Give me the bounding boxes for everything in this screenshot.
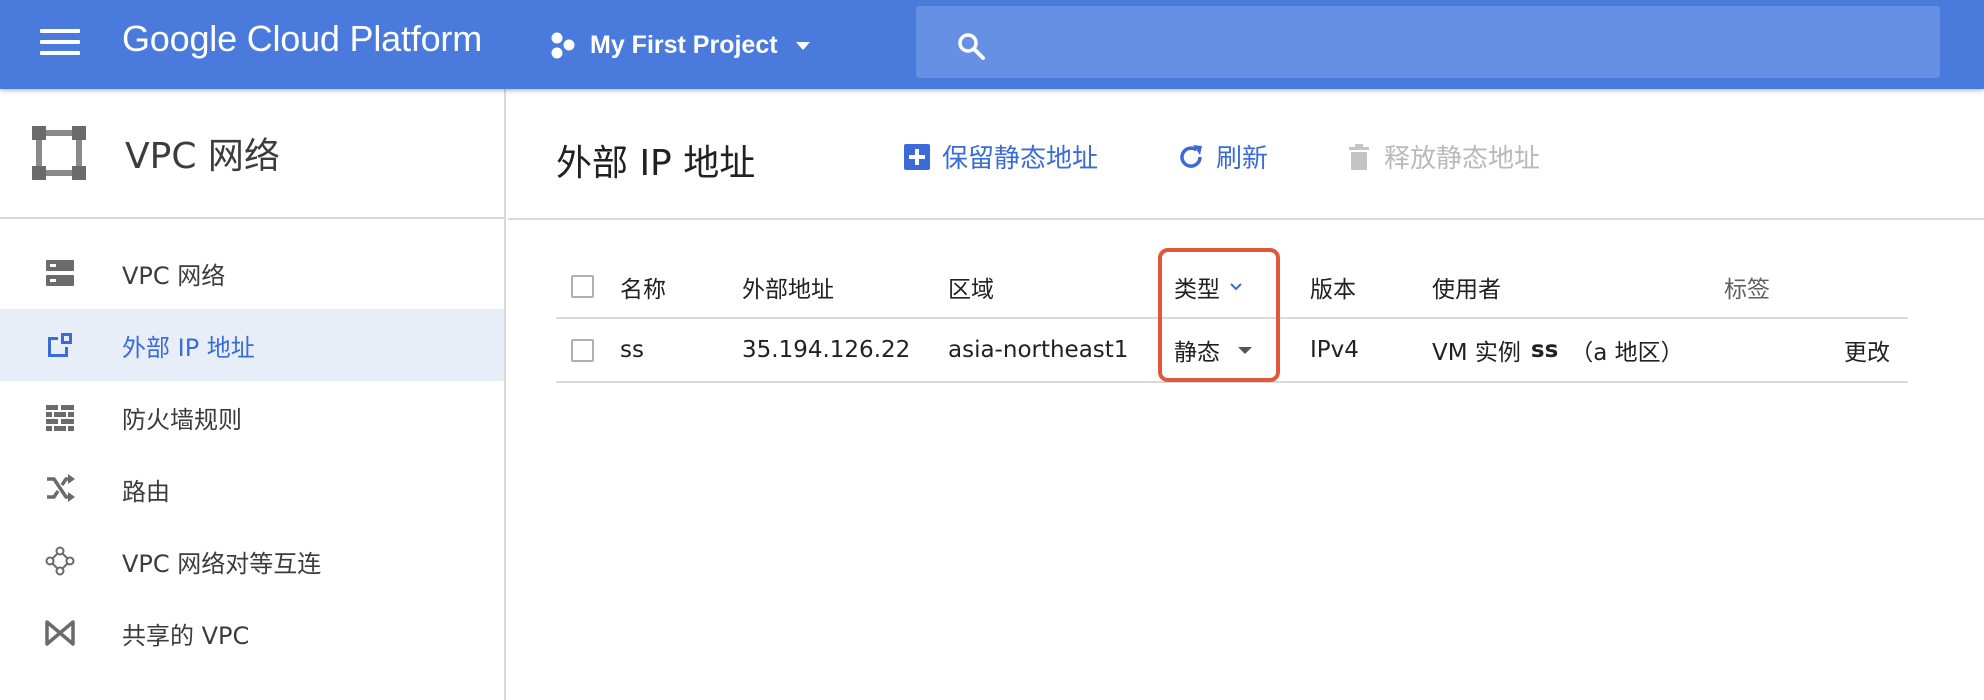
column-header-version[interactable]: 版本 <box>1310 256 1356 317</box>
sidebar-item-label: 路由 <box>122 477 170 506</box>
user-prefix: VM 实例 <box>1432 340 1521 366</box>
addresses-table: 名称 外部地址 区域 类型 版本 使用者 标签 ss 35.194.126.22… <box>556 256 1908 383</box>
refresh-button[interactable]: 刷新 <box>1176 138 1268 175</box>
project-icon <box>551 32 575 59</box>
add-box-icon <box>904 143 930 170</box>
sidebar-item-label: 共享的 VPC <box>122 621 250 650</box>
project-selector[interactable]: My First Project <box>548 25 810 65</box>
column-header-user[interactable]: 使用者 <box>1432 256 1501 317</box>
sidebar-item-firewall[interactable]: 防火墙规则 <box>0 381 504 453</box>
sidebar-item-routes[interactable]: 路由 <box>0 453 504 525</box>
sort-chevron-down-icon <box>1230 282 1242 290</box>
type-dropdown-value: 静态 <box>1174 340 1220 366</box>
sidebar-item-vpc-network[interactable]: VPC 网络 <box>0 237 504 309</box>
refresh-label: 刷新 <box>1216 144 1269 174</box>
cell-region: asia-northeast1 <box>948 337 1129 363</box>
product-title: VPC 网络 <box>125 136 280 177</box>
page-header: 外部 IP 地址 保留静态地址 刷新 释放静态地址 <box>508 89 1984 220</box>
reserve-label: 保留静态地址 <box>942 144 1099 174</box>
column-header-labels: 标签 <box>1724 276 1770 303</box>
brand-title[interactable]: Google Cloud Platform <box>122 18 482 60</box>
refresh-icon <box>1180 144 1202 168</box>
vpc-product-icon <box>32 126 86 180</box>
sidebar-item-shared-vpc[interactable]: 共享的 VPC <box>0 597 504 669</box>
reserve-static-address-button[interactable]: 保留静态地址 <box>902 138 1098 175</box>
cell-user: VM 实例 ss （a 地区） <box>1432 319 1684 381</box>
sidebar: VPC 网络 VPC 网络 外部 IP 地址 防火墙规则 路由 VPC 网络对等… <box>0 89 506 700</box>
cell-address: 35.194.126.22 <box>742 337 911 363</box>
column-header-type-label: 类型 <box>1174 276 1220 303</box>
sidebar-nav: VPC 网络 外部 IP 地址 防火墙规则 路由 VPC 网络对等互连 共享的 … <box>0 219 504 669</box>
select-all-checkbox[interactable] <box>571 275 594 298</box>
sidebar-header: VPC 网络 <box>0 89 504 219</box>
sidebar-item-label: 外部 IP 地址 <box>122 333 255 362</box>
cell-name: ss <box>620 337 644 363</box>
peering-icon <box>45 546 75 576</box>
change-button[interactable]: 更改 <box>1844 319 1890 381</box>
shared-vpc-icon <box>45 620 75 646</box>
vpc-network-icon <box>46 260 74 286</box>
release-label: 释放静态地址 <box>1384 144 1541 174</box>
table-header-row: 名称 外部地址 区域 类型 版本 使用者 标签 <box>556 256 1908 319</box>
dropdown-arrow-icon <box>1238 346 1252 354</box>
user-instance-link[interactable]: ss <box>1531 337 1558 363</box>
firewall-icon <box>46 405 74 431</box>
search-icon <box>958 33 985 60</box>
sidebar-item-peering[interactable]: VPC 网络对等互连 <box>0 525 504 597</box>
external-ip-icon <box>48 333 72 357</box>
search-input[interactable] <box>916 6 1940 78</box>
sidebar-item-label: 防火墙规则 <box>122 405 242 434</box>
column-header-address[interactable]: 外部地址 <box>742 256 834 317</box>
column-header-name[interactable]: 名称 <box>620 256 666 317</box>
release-static-address-button: 释放静态地址 <box>1344 138 1540 175</box>
chevron-down-icon <box>795 42 810 50</box>
row-checkbox[interactable] <box>571 338 594 362</box>
table-row: ss 35.194.126.22 asia-northeast1 静态 IPv4… <box>556 319 1908 383</box>
column-header-type[interactable]: 类型 <box>1174 256 1244 317</box>
trash-icon <box>1349 143 1369 170</box>
sidebar-item-label: VPC 网络对等互连 <box>122 549 322 578</box>
type-dropdown[interactable]: 静态 <box>1174 319 1252 381</box>
user-region: （a 地区） <box>1570 340 1684 366</box>
project-name: My First Project <box>590 30 778 59</box>
top-app-bar: Google Cloud Platform My First Project <box>0 0 1984 89</box>
routes-icon <box>47 474 75 502</box>
main-content: 外部 IP 地址 保留静态地址 刷新 释放静态地址 <box>508 89 1984 700</box>
column-header-region[interactable]: 区域 <box>948 256 994 317</box>
page-title: 外部 IP 地址 <box>556 143 756 184</box>
cell-version: IPv4 <box>1310 337 1359 363</box>
sidebar-item-label: VPC 网络 <box>122 261 226 290</box>
menu-icon[interactable] <box>40 29 80 59</box>
sidebar-item-external-ip[interactable]: 外部 IP 地址 <box>0 309 504 381</box>
